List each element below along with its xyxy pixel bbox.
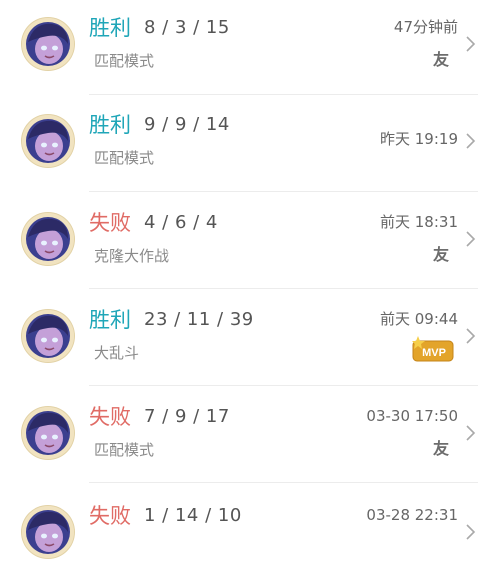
match-row[interactable]: 失败 7 / 9 / 17 匹配模式 03-30 17:50 友	[0, 389, 500, 486]
match-time: 前天 18:31	[380, 213, 458, 231]
kda-score: 9 / 9 / 14	[144, 114, 230, 135]
game-mode: 克隆大作战	[94, 247, 170, 265]
kda-score: 23 / 11 / 39	[144, 309, 254, 330]
friend-badge: 友	[433, 245, 450, 264]
row-divider	[89, 191, 478, 192]
match-row[interactable]: 失败 1 / 14 / 10 03-28 22:31	[0, 488, 500, 585]
game-mode: 匹配模式	[94, 441, 155, 459]
hero-avatar	[22, 18, 74, 70]
kda-score: 4 / 6 / 4	[144, 212, 218, 233]
chevron-right-icon[interactable]	[464, 34, 478, 54]
kda-score: 7 / 9 / 17	[144, 406, 230, 427]
game-mode: 匹配模式	[94, 149, 155, 167]
match-time: 昨天 19:19	[380, 130, 458, 148]
match-row[interactable]: 失败 4 / 6 / 4 克隆大作战 前天 18:31 友	[0, 195, 500, 292]
game-mode: 大乱斗	[94, 344, 140, 362]
mvp-label: MVP	[422, 347, 446, 359]
kda-score: 8 / 3 / 15	[144, 17, 230, 38]
friend-badge: 友	[433, 439, 450, 458]
match-time: 03-30 17:50	[366, 407, 458, 425]
chevron-right-icon[interactable]	[464, 326, 478, 346]
chevron-right-icon[interactable]	[464, 423, 478, 443]
match-result: 胜利	[89, 308, 131, 332]
hero-avatar	[22, 310, 74, 362]
row-divider	[89, 482, 478, 483]
match-result: 胜利	[89, 16, 131, 40]
match-result: 失败	[89, 405, 131, 429]
match-row[interactable]: 胜利 9 / 9 / 14 匹配模式 昨天 19:19	[0, 97, 500, 194]
chevron-right-icon[interactable]	[464, 131, 478, 151]
row-divider	[89, 94, 478, 95]
match-time: 47分钟前	[393, 18, 458, 36]
friend-badge: 友	[433, 50, 450, 69]
match-result: 失败	[89, 211, 131, 235]
mvp-badge-icon: MVP	[412, 336, 454, 362]
hero-avatar	[22, 407, 74, 459]
hero-avatar	[22, 213, 74, 265]
match-result: 失败	[89, 504, 131, 528]
hero-avatar	[22, 115, 74, 167]
row-divider	[89, 385, 478, 386]
match-result: 胜利	[89, 113, 131, 137]
kda-score: 1 / 14 / 10	[144, 505, 242, 526]
row-divider	[89, 288, 478, 289]
hero-avatar	[22, 506, 74, 558]
chevron-right-icon[interactable]	[464, 522, 478, 542]
game-mode: 匹配模式	[94, 52, 155, 70]
chevron-right-icon[interactable]	[464, 229, 478, 249]
match-time: 前天 09:44	[380, 310, 458, 328]
match-row[interactable]: 胜利 8 / 3 / 15 匹配模式 47分钟前 友	[0, 0, 500, 97]
match-time: 03-28 22:31	[366, 506, 458, 524]
